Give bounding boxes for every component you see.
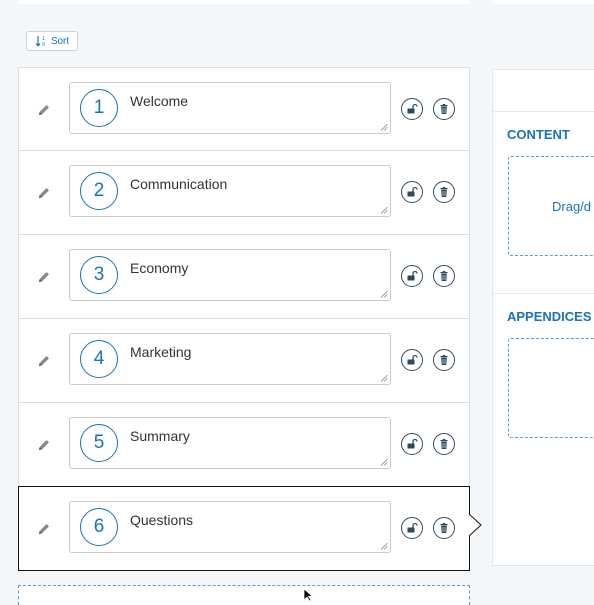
unlock-icon [407,438,418,449]
resize-handle-icon[interactable] [380,542,388,550]
delete-button[interactable] [433,181,455,203]
panel-divider [493,111,594,112]
trash-icon [440,355,448,365]
sort-numeric-icon: 1 9 [35,36,45,47]
resize-handle-icon[interactable] [380,458,388,466]
chapter-title-field[interactable]: 2 Communication [69,165,391,217]
chapter-title-field[interactable]: 6 Questions [69,501,391,553]
unlock-icon [407,270,418,281]
chapter-number: 1 [93,97,105,118]
pencil-icon[interactable] [37,522,51,536]
chapter-title-text: Economy [130,260,189,276]
unlock-button[interactable] [401,265,423,287]
top-right-panel-edge [492,0,594,4]
trash-icon [440,104,448,114]
pencil-icon[interactable] [37,354,51,368]
unlock-button[interactable] [401,349,423,371]
outline-panel: CONTENT Drag/d APPENDICES [492,69,594,566]
selection-pointer-icon [469,514,482,536]
chapter-number-badge: 4 [80,340,118,378]
panel-divider [493,293,594,294]
chapter-row[interactable]: 4 Marketing [18,319,470,403]
delete-button[interactable] [433,517,455,539]
chapter-title-field[interactable]: 1 Welcome [69,82,391,134]
resize-handle-icon[interactable] [380,123,388,131]
chapter-title-field[interactable]: 3 Economy [69,249,391,301]
trash-icon [440,187,448,197]
chapter-number-badge: 3 [80,256,118,294]
pencil-icon[interactable] [37,103,51,117]
chapter-row[interactable]: 1 Welcome [18,67,470,151]
content-dropzone[interactable]: Drag/d [508,156,594,256]
chapter-number-badge: 2 [80,172,118,210]
appendices-section-title: APPENDICES [507,309,592,324]
chapter-title-text: Questions [130,512,194,528]
unlock-icon [407,186,418,197]
top-panel-edge [18,0,470,4]
unlock-button[interactable] [401,517,423,539]
chapter-row[interactable]: 6 Questions [18,486,482,571]
chapter-title-text: Summary [130,428,190,444]
delete-button[interactable] [433,349,455,371]
content-section-title: CONTENT [507,127,570,142]
chapter-title-field[interactable]: 4 Marketing [69,333,391,385]
unlock-button[interactable] [401,98,423,120]
chapter-number-badge: 1 [80,89,118,127]
trash-icon [440,271,448,281]
chapter-title-field[interactable]: 5 Summary [69,417,391,469]
chapter-number: 5 [93,432,105,453]
chapter-number-badge: 6 [80,508,118,546]
unlock-icon [407,522,418,533]
appendices-dropzone[interactable] [508,338,594,438]
svg-text:9: 9 [42,42,45,47]
resize-handle-icon[interactable] [380,290,388,298]
chapter-number: 3 [93,264,105,285]
trash-icon [440,523,448,533]
resize-handle-icon[interactable] [380,206,388,214]
mouse-cursor-icon [303,588,314,602]
unlock-icon [407,354,418,365]
pencil-icon[interactable] [37,270,51,284]
chapter-row[interactable]: 3 Economy [18,235,470,319]
chapter-number: 4 [93,348,105,369]
delete-button[interactable] [433,433,455,455]
chapter-list: 1 Welcome 2 Communication 3 Economy 4 Ma… [18,67,482,571]
add-chapter-dropzone[interactable] [18,585,470,605]
chapter-number: 2 [93,180,105,201]
pencil-icon[interactable] [37,186,51,200]
trash-icon [440,439,448,449]
unlock-button[interactable] [401,433,423,455]
chapter-row[interactable]: 2 Communication [18,151,470,235]
chapter-title-text: Marketing [130,344,192,360]
chapter-title-text: Welcome [130,93,189,109]
chapter-number-badge: 5 [80,424,118,462]
chapter-number: 6 [93,516,105,537]
delete-button[interactable] [433,98,455,120]
sort-button[interactable]: 1 9 Sort [26,31,78,51]
unlock-button[interactable] [401,181,423,203]
unlock-icon [407,103,418,114]
sort-button-label: Sort [50,35,70,47]
delete-button[interactable] [433,265,455,287]
chapter-title-text: Communication [130,176,228,192]
pencil-icon[interactable] [37,438,51,452]
content-dropzone-text: Drag/d [552,199,592,214]
chapter-row[interactable]: 5 Summary [18,403,470,487]
resize-handle-icon[interactable] [380,374,388,382]
